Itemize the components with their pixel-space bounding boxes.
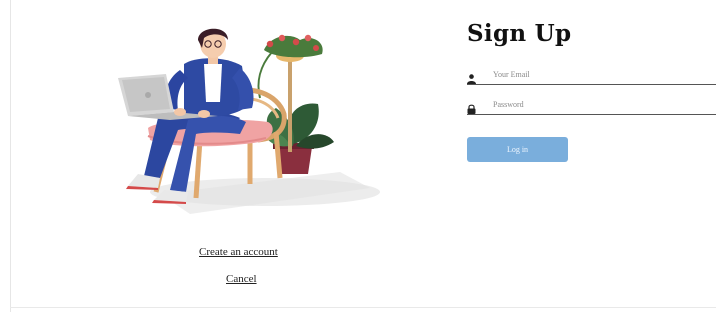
cancel-link[interactable]: Cancel bbox=[226, 273, 257, 285]
person-icon bbox=[467, 69, 476, 84]
signup-illustration bbox=[100, 22, 390, 218]
login-button[interactable]: Log in bbox=[467, 137, 568, 162]
page-left-border bbox=[10, 0, 11, 312]
signup-title: Sign Up bbox=[467, 20, 572, 47]
page-bottom-border bbox=[10, 307, 716, 308]
email-field bbox=[467, 66, 716, 85]
password-field bbox=[467, 96, 716, 115]
create-account-link[interactable]: Create an account bbox=[199, 246, 278, 258]
email-input[interactable] bbox=[493, 67, 693, 81]
password-input[interactable] bbox=[493, 97, 693, 111]
lock-icon bbox=[467, 99, 476, 114]
man-with-laptop-illustration bbox=[118, 28, 380, 214]
